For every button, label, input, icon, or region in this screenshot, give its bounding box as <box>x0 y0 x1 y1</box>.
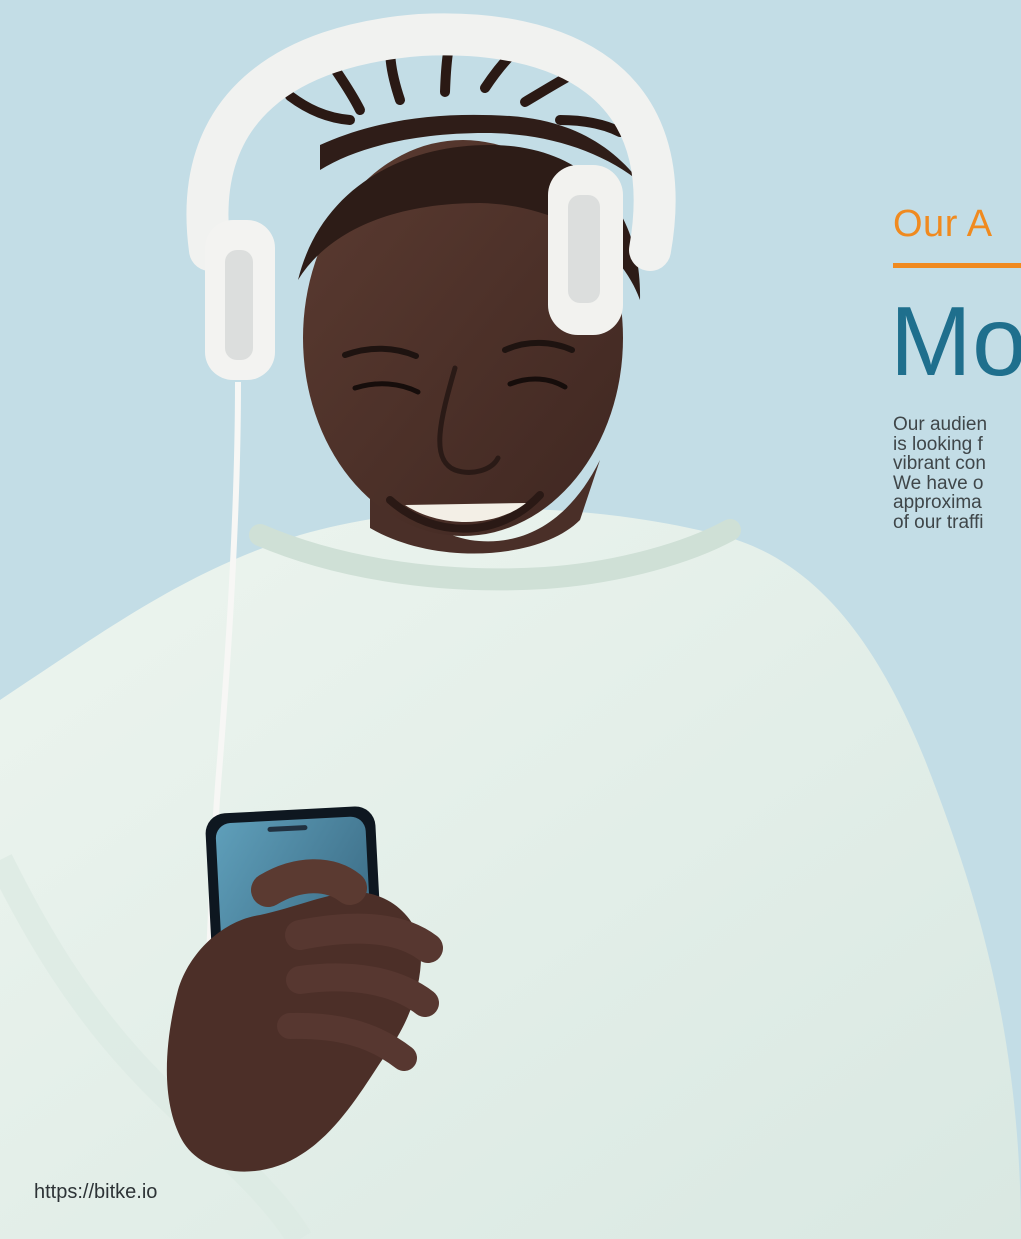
body-line-6: of our traffi <box>893 511 984 533</box>
section-kicker: Our A <box>893 203 993 245</box>
body-line-4: We have o <box>893 472 984 494</box>
body-line-2: is looking f <box>893 433 983 455</box>
hero-photo <box>0 0 1021 1239</box>
body-line-5: approxima <box>893 492 982 513</box>
body-line-3: vibrant con <box>893 453 986 474</box>
site-url: https://bitke.io <box>34 1181 158 1203</box>
body-line-1: Our audien <box>893 414 988 435</box>
slide-canvas: Our A Mo Our audien is looking f vibrant… <box>0 0 1021 1239</box>
kicker-rule <box>893 263 1021 268</box>
headline: Mo <box>890 286 1021 396</box>
body-copy: Our audien is looking f vibrant con We h… <box>893 415 1021 532</box>
